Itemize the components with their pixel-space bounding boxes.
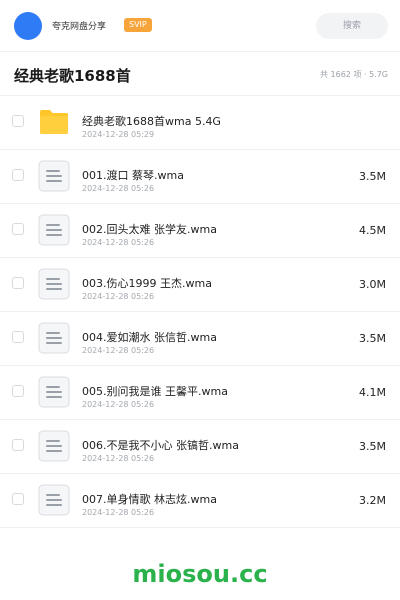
watermark: miosou.cc <box>132 560 268 588</box>
file-date: 2024-12-28 05:26 <box>82 346 155 355</box>
search-input[interactable]: 搜索 <box>316 13 388 39</box>
file-size: 3.2M <box>359 494 386 507</box>
document-icon <box>38 268 70 300</box>
file-date: 2024-12-28 05:26 <box>82 400 155 409</box>
checkbox[interactable] <box>12 331 24 343</box>
list-item[interactable]: 003.伤心1999 王杰.wma 2024-12-28 05:26 3.0M <box>0 258 400 312</box>
file-date: 2024-12-28 05:26 <box>82 508 155 517</box>
checkbox[interactable] <box>12 277 24 289</box>
list-item[interactable]: 004.爱如潮水 张信哲.wma 2024-12-28 05:26 3.5M <box>0 312 400 366</box>
checkbox[interactable] <box>12 115 24 127</box>
list-item[interactable]: 007.单身情歌 林志炫.wma 2024-12-28 05:26 3.2M <box>0 474 400 528</box>
file-date: 2024-12-28 05:29 <box>82 130 155 139</box>
list-item[interactable]: 经典老歌1688首wma 5.4G 2024-12-28 05:29 <box>0 96 400 150</box>
file-size: 4.1M <box>359 386 386 399</box>
file-name: 005.别问我是谁 王馨平.wma <box>82 385 228 398</box>
file-name: 002.回头太难 张学友.wma <box>82 223 217 236</box>
document-icon <box>38 322 70 354</box>
file-date: 2024-12-28 05:26 <box>82 454 155 463</box>
file-name: 003.伤心1999 王杰.wma <box>82 277 212 290</box>
document-icon <box>38 376 70 408</box>
avatar[interactable] <box>14 12 42 40</box>
checkbox[interactable] <box>12 493 24 505</box>
file-name: 经典老歌1688首wma 5.4G <box>82 115 221 128</box>
page-title: 经典老歌1688首 <box>14 67 131 85</box>
file-date: 2024-12-28 05:26 <box>82 292 155 301</box>
app-name: 夸克网盘分享 <box>52 22 107 32</box>
file-date: 2024-12-28 05:26 <box>82 184 155 193</box>
file-size: 3.5M <box>359 440 386 453</box>
list-item[interactable]: 001.渡口 蔡琴.wma 2024-12-28 05:26 3.5M <box>0 150 400 204</box>
list-item[interactable]: 002.回头太难 张学友.wma 2024-12-28 05:26 4.5M <box>0 204 400 258</box>
file-size: 3.5M <box>359 332 386 345</box>
share-page: 夸克网盘分享 SVIP 搜索 经典老歌1688首 共 1662 项 · 5.7G… <box>0 0 400 600</box>
title-bar: 经典老歌1688首 共 1662 项 · 5.7G <box>0 52 400 96</box>
checkbox[interactable] <box>12 223 24 235</box>
file-list: 经典老歌1688首wma 5.4G 2024-12-28 05:29 001.渡… <box>0 96 400 528</box>
svip-badge: SVIP <box>124 18 152 32</box>
list-item[interactable]: 005.别问我是谁 王馨平.wma 2024-12-28 05:26 4.1M <box>0 366 400 420</box>
file-size: 3.5M <box>359 170 386 183</box>
checkbox[interactable] <box>12 439 24 451</box>
checkbox[interactable] <box>12 169 24 181</box>
folder-icon <box>40 110 68 134</box>
file-name: 001.渡口 蔡琴.wma <box>82 169 184 182</box>
file-date: 2024-12-28 05:26 <box>82 238 155 247</box>
document-icon <box>38 484 70 516</box>
file-name: 006.不是我不小心 张镐哲.wma <box>82 439 239 452</box>
file-name: 007.单身情歌 林志炫.wma <box>82 493 217 506</box>
file-size: 4.5M <box>359 224 386 237</box>
checkbox[interactable] <box>12 385 24 397</box>
file-size: 3.0M <box>359 278 386 291</box>
header: 夸克网盘分享 SVIP 搜索 <box>0 0 400 52</box>
document-icon <box>38 214 70 246</box>
file-name: 004.爱如潮水 张信哲.wma <box>82 331 217 344</box>
document-icon <box>38 430 70 462</box>
list-item[interactable]: 006.不是我不小心 张镐哲.wma 2024-12-28 05:26 3.5M <box>0 420 400 474</box>
folder-summary: 共 1662 项 · 5.7G <box>320 70 388 79</box>
document-icon <box>38 160 70 192</box>
